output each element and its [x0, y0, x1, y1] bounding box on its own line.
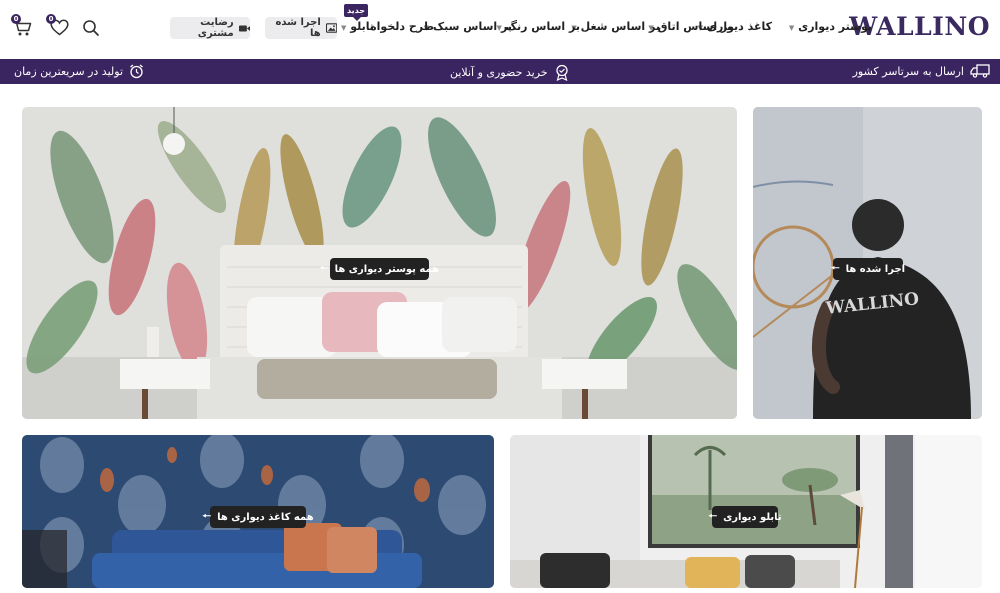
production-info-text: تولید در سریعترین زمان	[14, 65, 124, 78]
production-info: تولید در سریعترین زمان	[14, 64, 144, 79]
alarm-clock-icon	[130, 64, 143, 79]
chevron-down-icon: ▼	[788, 24, 795, 32]
video-camera-icon	[238, 24, 250, 32]
category-card-posters[interactable]: همه پوستر دیواری ها 🠔	[22, 107, 737, 419]
nav-wall-posters[interactable]: ▼ پوستر دیواری	[786, 20, 872, 38]
category-card-paintings[interactable]: تابلو دیواری 🠔	[510, 435, 982, 588]
purchase-info: خرید حضوری و آنلاین	[450, 64, 570, 81]
nav-label: پوستر دیواری	[798, 20, 872, 33]
executed-projects-button[interactable]: اجرا شده ها	[265, 17, 337, 39]
arrow-left-icon: 🠔	[202, 510, 212, 522]
all-posters-label: همه پوستر دیواری ها	[334, 263, 440, 275]
nav-paintings[interactable]: ▼ تابلو	[338, 20, 374, 38]
new-badge: جدید	[344, 4, 368, 21]
customer-satisfaction-label: رضایت مشتری	[197, 17, 234, 39]
executed-projects-label: اجرا شده ها	[275, 17, 321, 39]
image-icon	[325, 23, 337, 33]
search-icon[interactable]	[82, 19, 100, 37]
all-wallpapers-button[interactable]: همه کاغذ دیواری ها 🠔	[202, 506, 314, 528]
info-bar: ارسال به سرتاسر کشور خرید حضوری و آنلاین…	[0, 59, 1000, 84]
cart-count-badge: 0	[11, 14, 21, 24]
site-header: WALLINO ▼ پوستر دیواری ▼ کاغذ دیواری ▼ ب…	[0, 0, 1000, 58]
category-card-executed[interactable]: WALLINO اجرا شده ها 🠔	[753, 107, 982, 419]
nav-label: تابلو	[350, 20, 374, 33]
arrow-left-icon: 🠔	[708, 510, 718, 522]
nav-custom-design[interactable]: طرح دلخواه	[370, 20, 434, 38]
purchase-info-text: خرید حضوری و آنلاین	[450, 66, 548, 79]
executed-label: اجرا شده ها	[845, 263, 906, 275]
truck-icon	[970, 64, 990, 78]
arrow-left-icon: 🠔	[830, 262, 840, 274]
shipping-info-text: ارسال به سرتاسر کشور	[852, 64, 964, 78]
all-posters-button[interactable]: همه پوستر دیواری ها 🠔	[320, 258, 439, 280]
arrow-left-icon: 🠔	[319, 262, 329, 274]
category-card-wallpapers[interactable]: همه کاغذ دیواری ها 🠔	[22, 435, 494, 588]
all-wallpapers-label: همه کاغذ دیواری ها	[217, 511, 314, 523]
wishlist-count-badge: 0	[46, 14, 56, 24]
nav-by-style[interactable]: ▼ بر اساس سبک	[421, 20, 512, 38]
nav-label: بر اساس سبک	[432, 20, 512, 33]
nav-by-job[interactable]: ▼ بر اساس شغل	[568, 20, 660, 38]
nav-label: بر اساس اتاق	[657, 20, 732, 33]
shipping-info: ارسال به سرتاسر کشور	[853, 64, 990, 78]
chevron-down-icon: ▼	[340, 24, 347, 32]
customer-satisfaction-button[interactable]: رضایت مشتری	[170, 17, 250, 39]
paintings-button[interactable]: تابلو دیواری 🠔	[708, 506, 782, 528]
nav-label: طرح دلخواه	[370, 20, 434, 33]
nav-label: بر اساس شغل	[580, 20, 660, 33]
executed-button[interactable]: اجرا شده ها 🠔	[830, 258, 906, 280]
paintings-label: تابلو دیواری	[723, 511, 782, 523]
nav-label: بر اساس رنگ	[505, 20, 580, 33]
award-icon	[555, 64, 568, 81]
